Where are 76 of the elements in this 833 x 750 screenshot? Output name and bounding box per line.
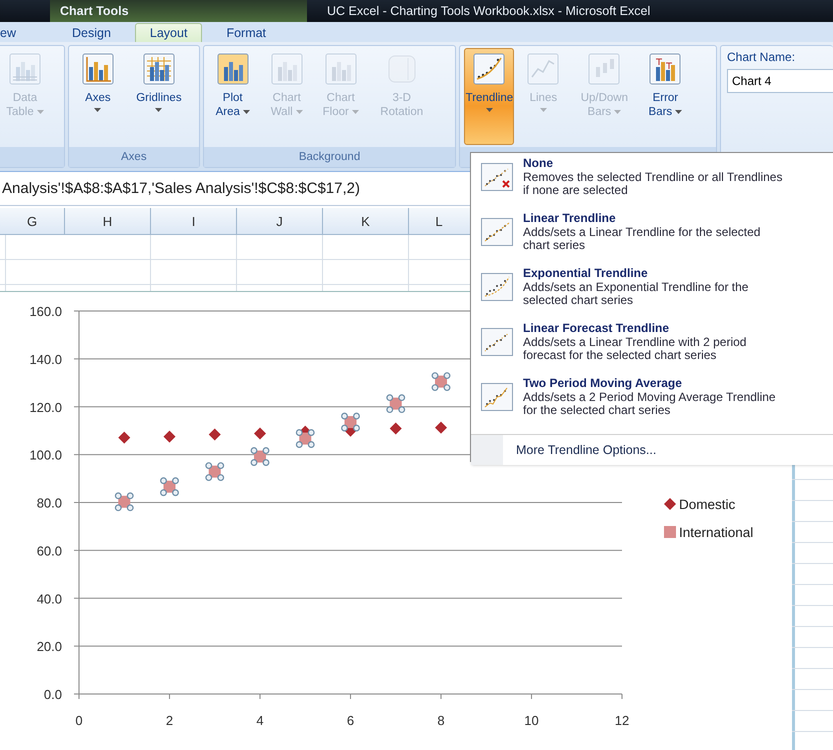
legend-label: Domestic xyxy=(679,497,736,512)
menu-item[interactable]: Linear Trendline Adds/sets a Linear Trendline for the selected chart series xyxy=(471,208,833,263)
group-label-background xyxy=(0,147,64,167)
data-point[interactable] xyxy=(208,428,221,441)
trendline-icon xyxy=(481,218,513,246)
axis-tick-label: 4 xyxy=(256,713,264,728)
ribbon-button[interactable]: Axes xyxy=(72,48,123,115)
data-point[interactable] xyxy=(254,428,266,440)
contextual-tab-label: Chart Tools xyxy=(50,0,307,22)
data-point[interactable] xyxy=(341,412,360,432)
column-header[interactable]: G xyxy=(0,208,65,234)
gridlines-icon xyxy=(142,53,175,85)
formula-text: Analysis'!$A$8:$A$17,'Sales Analysis'!$C$8:$C$17,2) xyxy=(2,180,360,197)
axis-tick-label: 80.0 xyxy=(36,496,62,510)
error-bars-icon xyxy=(649,53,682,85)
data-point[interactable] xyxy=(164,430,176,443)
axis-tick-label: 12 xyxy=(614,713,630,728)
axis-tick-label: 160.0 xyxy=(29,304,62,319)
column-header[interactable]: J xyxy=(237,208,323,234)
data-point[interactable] xyxy=(118,432,130,444)
scatter-chart-icon xyxy=(473,53,506,85)
table-chart-icon xyxy=(9,53,41,85)
axis-tick-label: 10 xyxy=(524,713,539,728)
axis-tick-label: 100.0 xyxy=(29,448,62,463)
axis-tick-label: 0 xyxy=(75,713,83,728)
ribbon-button[interactable]: Plot Area xyxy=(208,48,258,122)
axis-tick-label: 8 xyxy=(437,713,445,728)
axis-tick-label: 6 xyxy=(346,713,354,728)
menu-item[interactable]: Two Period Moving Average Adds/sets a 2 Period Moving Average Trendline for the selected chart series xyxy=(471,373,833,428)
ribbon-tab[interactable]: ew xyxy=(0,23,30,42)
axis-tick-label: 140.0 xyxy=(29,352,62,367)
axis-tick-label: 2 xyxy=(166,713,174,728)
data-point[interactable] xyxy=(390,422,402,435)
data-point[interactable] xyxy=(160,477,179,496)
trendline-icon xyxy=(481,383,513,411)
ribbon-tab[interactable]: Design xyxy=(58,23,125,42)
bar-chart-icon xyxy=(216,53,249,85)
column-header[interactable]: I xyxy=(151,208,237,234)
axes-chart-icon xyxy=(82,53,114,85)
trendline-icon xyxy=(481,273,513,301)
column-header[interactable]: H xyxy=(65,208,151,234)
axis-tick-label: 20.0 xyxy=(36,639,62,654)
menu-item[interactable]: Linear Forecast Trendline Adds/sets a Linear Trendline with 2 period forecast for the selected chart series xyxy=(471,318,833,373)
column-header[interactable]: L xyxy=(409,208,469,234)
data-point[interactable] xyxy=(432,372,450,392)
axis-tick-label: 60.0 xyxy=(36,543,62,558)
group-label: Axes xyxy=(68,147,199,167)
menu-item[interactable]: Exponential Trendline Adds/sets an Exponential Trendline for the selected chart series xyxy=(471,263,833,318)
window-title: UC Excel - Charting Tools Workbook.xlsx - Microsoft Excel xyxy=(326,3,650,20)
legend-label: International xyxy=(679,525,754,540)
data-point[interactable] xyxy=(435,422,447,434)
group-label: Background xyxy=(204,147,456,167)
axis-tick-label: 40.0 xyxy=(36,591,62,606)
column-header[interactable]: K xyxy=(323,208,409,234)
field-label: Chart Name: xyxy=(727,50,796,64)
axis-tick-label: 0.0 xyxy=(44,687,62,702)
line-chart-icon xyxy=(527,53,560,85)
trendline-remove-icon xyxy=(481,163,513,191)
menu-item[interactable]: None Removes the selected Trendline or all Trendlines if none are selected xyxy=(471,153,833,208)
ribbon-tab[interactable]: Format xyxy=(212,23,280,42)
bar-chart-icon xyxy=(324,53,357,85)
axis-tick-label: 120.0 xyxy=(29,400,62,415)
data-point[interactable] xyxy=(205,462,224,482)
chart-name-field[interactable]: Chart 4 xyxy=(727,69,833,93)
ribbon-tab[interactable]: Layout xyxy=(134,23,202,42)
cube-icon xyxy=(386,53,418,85)
data-point[interactable] xyxy=(250,447,270,466)
data-point[interactable] xyxy=(386,394,406,414)
data-point[interactable] xyxy=(114,492,134,512)
trendline-icon xyxy=(481,328,513,356)
bar-chart-icon xyxy=(588,53,620,85)
data-point[interactable] xyxy=(296,429,315,448)
ribbon-button[interactable]: Gridlines xyxy=(126,48,191,115)
ribbon-button[interactable]: Trendline xyxy=(464,48,514,145)
ribbon-button[interactable]: Error Bars xyxy=(640,48,690,122)
bar-chart-icon xyxy=(270,53,303,85)
